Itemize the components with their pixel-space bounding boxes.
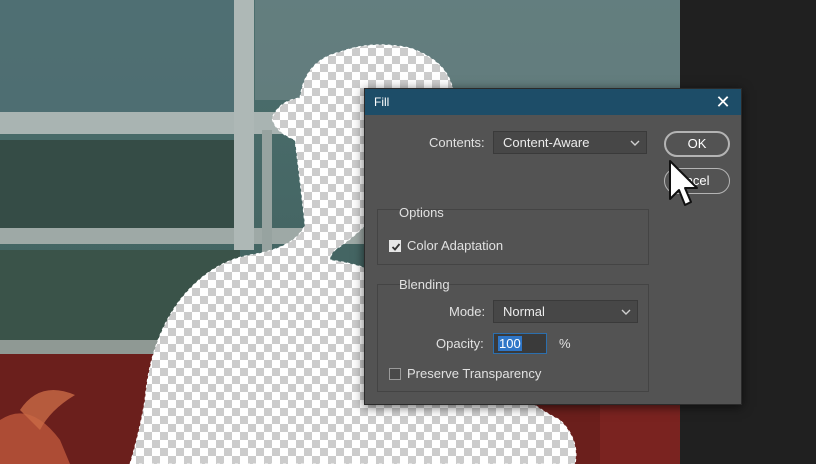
opacity-unit: % bbox=[559, 336, 571, 351]
ok-button[interactable]: OK bbox=[664, 131, 730, 157]
blending-group-title: Blending bbox=[399, 277, 450, 292]
checkmark-icon bbox=[391, 243, 401, 251]
preserve-transparency-checkbox[interactable] bbox=[389, 368, 401, 380]
close-icon[interactable]: ✕ bbox=[713, 92, 733, 112]
opacity-label: Opacity: bbox=[436, 336, 484, 351]
options-group-title: Options bbox=[399, 205, 444, 220]
dialog-title: Fill bbox=[374, 95, 390, 109]
color-adaptation-checkbox[interactable] bbox=[389, 240, 401, 252]
contents-value: Content-Aware bbox=[503, 135, 590, 150]
chevron-down-icon bbox=[630, 140, 640, 146]
mode-value: Normal bbox=[503, 304, 545, 319]
dialog-titlebar[interactable]: Fill ✕ bbox=[365, 89, 741, 115]
opacity-value: 100 bbox=[498, 336, 522, 351]
preserve-transparency-label: Preserve Transparency bbox=[407, 366, 542, 381]
chevron-down-icon bbox=[621, 309, 631, 315]
mouse-pointer-icon bbox=[669, 160, 698, 206]
fill-dialog: Fill ✕ Contents: Content-Aware OK Cancel… bbox=[364, 88, 742, 405]
contents-label: Contents: bbox=[429, 135, 485, 150]
mode-label: Mode: bbox=[449, 304, 486, 319]
opacity-input[interactable]: 100 bbox=[493, 333, 547, 354]
mode-dropdown[interactable]: Normal bbox=[493, 300, 638, 323]
color-adaptation-label: Color Adaptation bbox=[407, 238, 504, 253]
contents-dropdown[interactable]: Content-Aware bbox=[493, 131, 647, 154]
